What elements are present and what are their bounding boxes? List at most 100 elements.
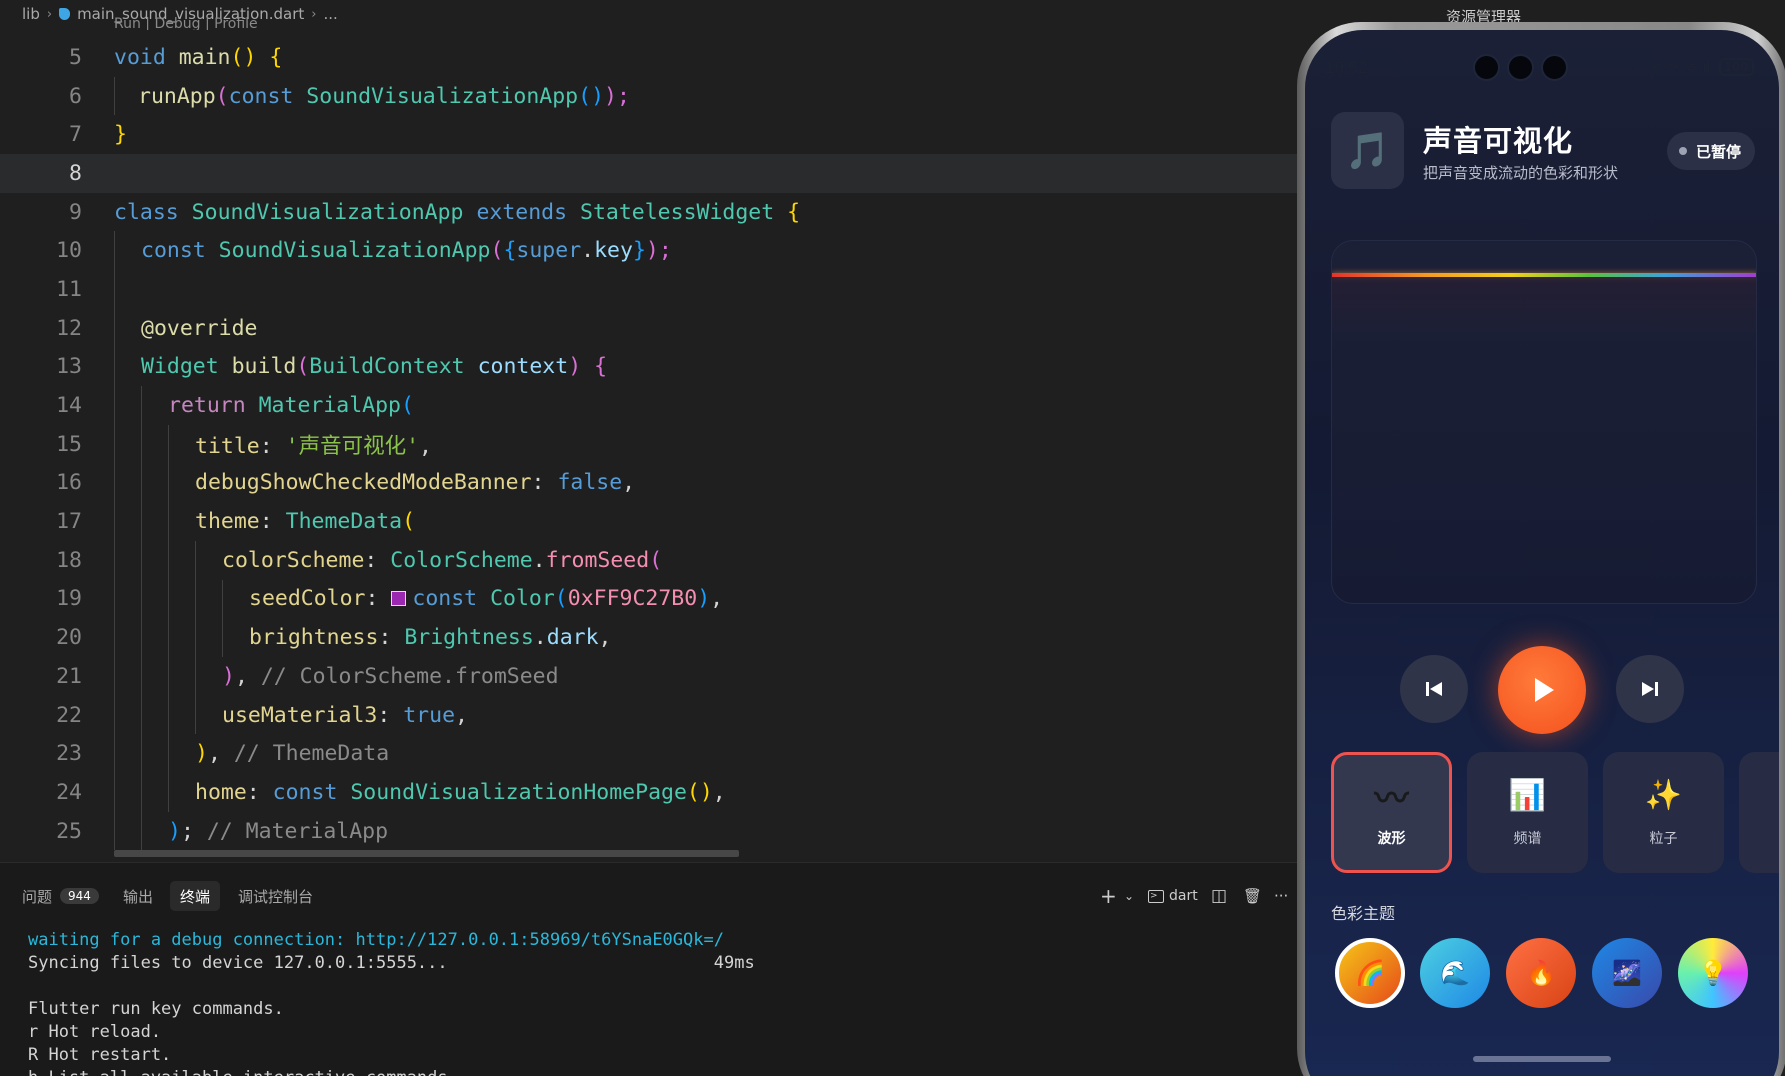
line-number: 7 <box>69 122 82 148</box>
code-line[interactable]: 15 title: '声音可视化', <box>0 424 1300 464</box>
code-lines[interactable]: 5 void main() { 6 runApp(const SoundVisu… <box>0 38 1300 851</box>
theme-galaxy[interactable]: 🌌 <box>1592 938 1662 1008</box>
line-text: Widget build(BuildContext context) { <box>141 354 608 380</box>
line-text: brightness: Brightness.dark, <box>249 625 612 651</box>
code-line[interactable]: 13 Widget build(BuildContext context) { <box>0 347 1300 387</box>
indent-guide <box>141 734 142 774</box>
mode-waveform[interactable]: 〰 波形 <box>1331 752 1452 873</box>
terminal-line: Flutter run key commands. <box>28 999 284 1019</box>
code-line[interactable]: 10 const SoundVisualizationApp({super.ke… <box>0 231 1300 271</box>
add-terminal-icon[interactable]: + <box>1100 881 1117 911</box>
chevron-right-icon: › <box>311 6 317 22</box>
code-line[interactable]: 11 <box>0 270 1300 309</box>
terminal-line: R Hot restart. <box>28 1045 172 1065</box>
visualization-canvas[interactable] <box>1331 240 1757 604</box>
line-number: 6 <box>69 83 82 109</box>
indent-guide <box>195 540 196 580</box>
code-line[interactable]: 25 ); // MaterialApp <box>0 811 1300 851</box>
line-text: theme: ThemeData( <box>195 509 416 535</box>
line-text: seedColor: const Color(0xFF9C27B0), <box>249 586 724 612</box>
camera-icon <box>1541 54 1568 81</box>
theme-ocean[interactable]: 🌊 <box>1420 938 1490 1008</box>
rainbow-icon: 🌈 <box>1355 959 1385 987</box>
line-number: 23 <box>56 741 82 767</box>
wave-icon: 🌊 <box>1440 959 1470 987</box>
line-text: } <box>114 122 127 148</box>
line-number: 25 <box>56 818 82 844</box>
skip-previous-icon <box>1426 682 1442 696</box>
code-line[interactable]: 9 class SoundVisualizationApp extends St… <box>0 193 1300 232</box>
indent-guide <box>168 695 169 735</box>
horizontal-scrollbar[interactable] <box>114 850 739 857</box>
code-line-current[interactable]: 8 <box>0 154 1300 193</box>
battery-icon: 100 <box>1718 58 1754 76</box>
breadcrumb-more[interactable]: ... <box>324 5 338 23</box>
indent-guide <box>141 540 142 580</box>
code-line[interactable]: 21 ), // ColorScheme.fromSeed <box>0 657 1300 696</box>
line-number: 13 <box>56 354 82 380</box>
tab-problems[interactable]: 问题 944 <box>22 881 99 911</box>
line-text: colorScheme: ColorScheme.fromSeed( <box>222 547 663 573</box>
code-line[interactable]: 16 debugShowCheckedModeBanner: false, <box>0 463 1300 503</box>
tab-terminal[interactable]: 终端 <box>170 881 221 911</box>
galaxy-icon: 🌌 <box>1612 959 1642 987</box>
split-terminal-icon[interactable]: ◫ <box>1211 881 1227 911</box>
indent-guide <box>114 502 115 541</box>
theme-rainbow[interactable]: 🌈 <box>1335 938 1405 1008</box>
line-text: useMaterial3: true, <box>222 702 468 728</box>
line-number: 20 <box>56 625 82 651</box>
code-line[interactable]: 14 return MaterialApp( <box>0 386 1300 425</box>
terminal-line: Syncing files to device 127.0.0.1:5555..… <box>28 953 755 973</box>
terminal-shell-selector[interactable]: > dart <box>1148 881 1198 911</box>
indent-guide <box>222 579 223 619</box>
tab-output[interactable]: 输出 <box>123 881 153 911</box>
code-line[interactable]: 7 } <box>0 115 1300 154</box>
indent-guide <box>114 308 115 348</box>
play-button[interactable] <box>1498 646 1586 734</box>
code-line[interactable]: 22 useMaterial3: true, <box>0 695 1300 735</box>
indent-guide <box>141 618 142 657</box>
chevron-down-icon[interactable]: ⌄ <box>1124 881 1134 911</box>
indent-guide <box>168 579 169 619</box>
app-subtitle: 把声音变成流动的色彩和形状 <box>1423 164 1619 182</box>
code-line[interactable]: 12 @override <box>0 308 1300 348</box>
mode-particles[interactable]: ✨ 粒子 <box>1603 752 1724 873</box>
next-button[interactable] <box>1616 655 1684 723</box>
tab-debug-console[interactable]: 调试控制台 <box>238 881 313 911</box>
previous-button[interactable] <box>1400 655 1468 723</box>
color-swatch[interactable] <box>391 591 407 607</box>
code-line[interactable]: 23 ), // ThemeData <box>0 734 1300 774</box>
indent-guide <box>195 618 196 657</box>
code-line[interactable]: 17 theme: ThemeData( <box>0 502 1300 541</box>
line-text: ); // MaterialApp <box>168 818 389 844</box>
play-icon <box>1535 678 1554 702</box>
code-line[interactable]: 18 colorScheme: ColorScheme.fromSeed( <box>0 540 1300 580</box>
trash-icon[interactable]: 🗑 <box>1243 881 1262 911</box>
home-indicator[interactable] <box>1473 1056 1611 1062</box>
indent-guide <box>141 773 142 812</box>
code-line[interactable]: 6 runApp(const SoundVisualizationApp()); <box>0 76 1300 116</box>
panel-tabs: 问题 944 输出 终端 调试控制台 + ⌄ > dart ◫ 🗑 ··· <box>0 863 1300 923</box>
mode-spectrum[interactable]: 📊 频谱 <box>1467 752 1588 873</box>
codelens-run-debug[interactable]: Run | Debug | Profile <box>114 16 258 30</box>
indent-guide <box>114 76 115 116</box>
code-editor[interactable]: lib › main_sound_visualization.dart › ..… <box>0 0 1300 862</box>
code-line[interactable]: 5 void main() { <box>0 38 1300 77</box>
indent-guide <box>168 773 169 812</box>
more-actions-icon[interactable]: ··· <box>1274 881 1288 911</box>
theme-fire[interactable]: 🔥 <box>1506 938 1576 1008</box>
indent-guide <box>114 579 115 619</box>
indent-guide <box>114 695 115 735</box>
indent-guide <box>114 463 115 503</box>
line-text: @override <box>141 315 258 341</box>
line-number: 14 <box>56 393 82 419</box>
playback-status-chip[interactable]: 已暂停 <box>1667 132 1756 170</box>
line-number: 9 <box>69 199 82 225</box>
code-line[interactable]: 19 seedColor: const Color(0xFF9C27B0), <box>0 579 1300 619</box>
code-line[interactable]: 24 home: const SoundVisualizationHomePag… <box>0 773 1300 812</box>
mode-next-partial[interactable] <box>1739 752 1779 873</box>
terminal-output[interactable]: waiting for a debug connection: http://1… <box>28 929 755 1076</box>
code-line[interactable]: 20 brightness: Brightness.dark, <box>0 618 1300 657</box>
theme-neon[interactable]: 💡 <box>1678 938 1748 1008</box>
breadcrumb-folder[interactable]: lib <box>22 5 40 23</box>
